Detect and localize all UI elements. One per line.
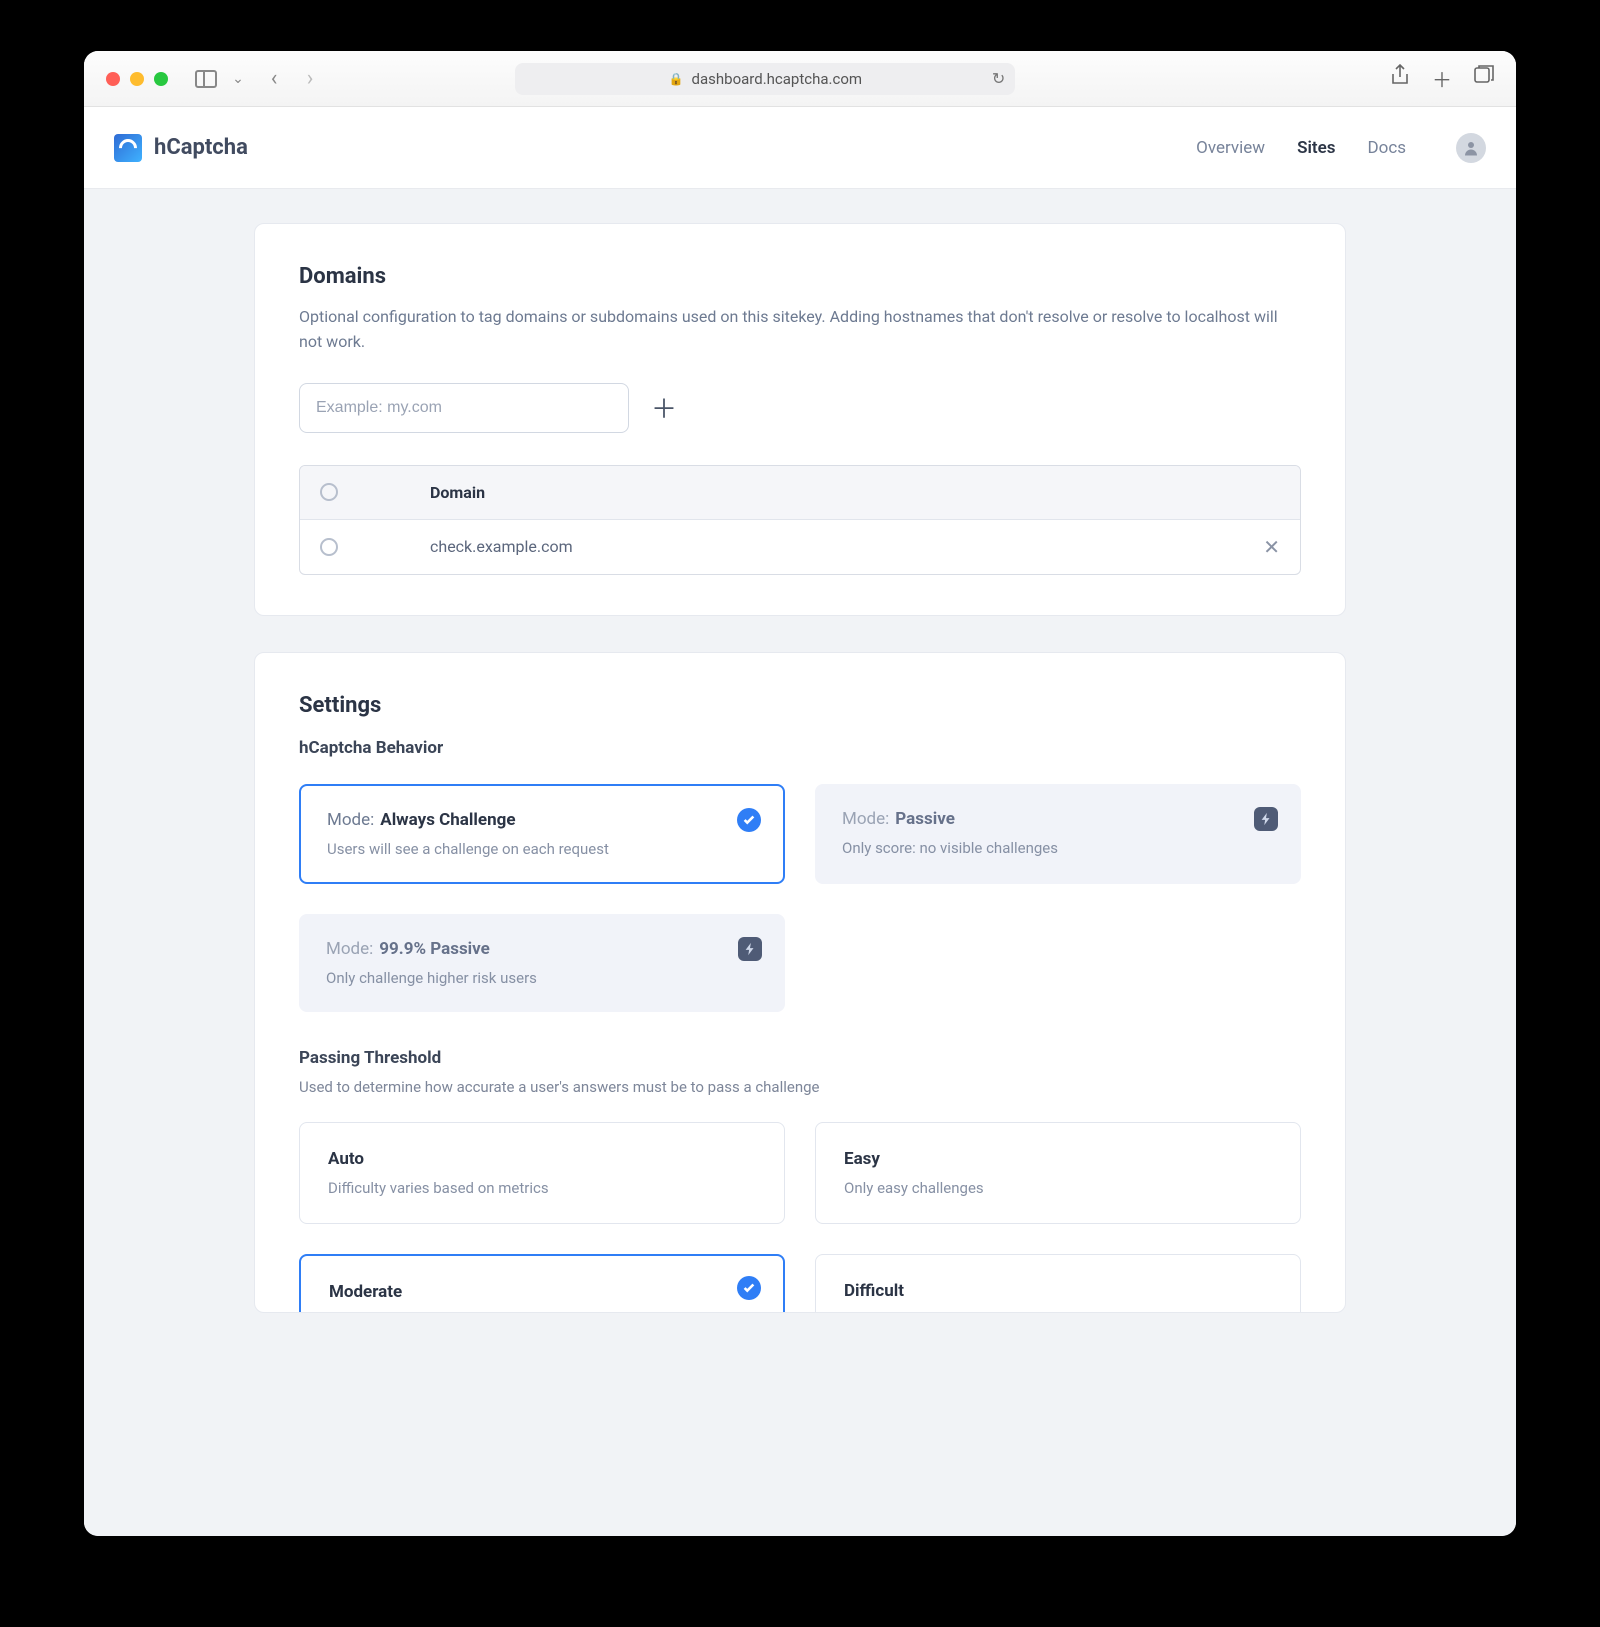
threshold-difficult[interactable]: Difficult	[815, 1254, 1301, 1312]
domain-table-header: Domain	[300, 466, 1300, 520]
lock-icon: 🔒	[669, 72, 684, 86]
window-controls[interactable]	[106, 72, 168, 86]
settings-title: Settings	[299, 693, 1301, 718]
domains-description: Optional configuration to tag domains or…	[299, 305, 1301, 355]
top-nav: Overview Sites Docs	[1196, 133, 1486, 163]
bolt-icon	[1254, 807, 1278, 831]
mode-999-passive[interactable]: Mode:99.9% Passive Only challenge higher…	[299, 914, 785, 1012]
threshold-grid-row2: Moderate Difficult	[299, 1254, 1301, 1312]
nav-overview[interactable]: Overview	[1196, 138, 1265, 158]
behavior-mode-grid: Mode:Always Challenge Users will see a c…	[299, 784, 1301, 1012]
domains-card: Domains Optional configuration to tag do…	[254, 223, 1346, 616]
mode-passive[interactable]: Mode:Passive Only score: no visible chal…	[815, 784, 1301, 884]
settings-card: Settings hCaptcha Behavior Mode:Always C…	[254, 652, 1346, 1313]
threshold-title: Passing Threshold	[299, 1048, 1301, 1068]
reload-icon[interactable]: ↻	[992, 69, 1005, 88]
domain-input[interactable]	[299, 383, 629, 433]
domain-table: Domain check.example.com ✕	[299, 465, 1301, 575]
share-icon[interactable]	[1390, 64, 1410, 93]
domain-row-radio[interactable]	[320, 538, 338, 556]
check-icon	[737, 1276, 761, 1300]
domains-title: Domains	[299, 264, 1301, 289]
new-tab-icon[interactable]: ＋	[1432, 64, 1452, 93]
minimize-window-icon[interactable]	[130, 72, 144, 86]
maximize-window-icon[interactable]	[154, 72, 168, 86]
remove-domain-icon[interactable]: ✕	[1263, 535, 1280, 559]
url-text: dashboard.hcaptcha.com	[692, 70, 863, 88]
threshold-auto[interactable]: Auto Difficulty varies based on metrics	[299, 1122, 785, 1224]
domain-column-header: Domain	[430, 483, 1280, 502]
nav-sites[interactable]: Sites	[1297, 138, 1335, 158]
threshold-moderate[interactable]: Moderate	[299, 1254, 785, 1312]
address-bar[interactable]: 🔒 dashboard.hcaptcha.com ↻	[515, 63, 1015, 95]
back-button[interactable]: ‹	[262, 67, 286, 91]
sidebar-toggle-button[interactable]	[194, 67, 218, 91]
app-header: hCaptcha Overview Sites Docs	[84, 107, 1516, 189]
add-domain-button[interactable]: ＋	[651, 389, 677, 426]
page-content: Domains Optional configuration to tag do…	[84, 189, 1516, 1536]
close-window-icon[interactable]	[106, 72, 120, 86]
logo-icon	[114, 134, 142, 162]
mode-always-challenge[interactable]: Mode:Always Challenge Users will see a c…	[299, 784, 785, 884]
threshold-grid: Auto Difficulty varies based on metrics …	[299, 1122, 1301, 1224]
forward-button[interactable]: ›	[298, 67, 322, 91]
nav-docs[interactable]: Docs	[1367, 138, 1406, 158]
domain-value: check.example.com	[430, 537, 1263, 556]
threshold-easy[interactable]: Easy Only easy challenges	[815, 1122, 1301, 1224]
tab-overview-icon[interactable]	[1474, 64, 1494, 93]
browser-window: ⌄ ‹ › 🔒 dashboard.hcaptcha.com ↻ ＋ hCapt…	[84, 51, 1516, 1536]
browser-toolbar: ⌄ ‹ › 🔒 dashboard.hcaptcha.com ↻ ＋	[84, 51, 1516, 107]
select-all-radio[interactable]	[320, 483, 338, 501]
check-icon	[737, 808, 761, 832]
tab-group-dropdown[interactable]: ⌄	[226, 67, 250, 91]
domain-row: check.example.com ✕	[300, 520, 1300, 574]
bolt-icon	[738, 937, 762, 961]
brand-name: hCaptcha	[154, 135, 248, 160]
behavior-label: hCaptcha Behavior	[299, 738, 1301, 758]
user-avatar[interactable]	[1456, 133, 1486, 163]
threshold-sub: Used to determine how accurate a user's …	[299, 1078, 1301, 1096]
